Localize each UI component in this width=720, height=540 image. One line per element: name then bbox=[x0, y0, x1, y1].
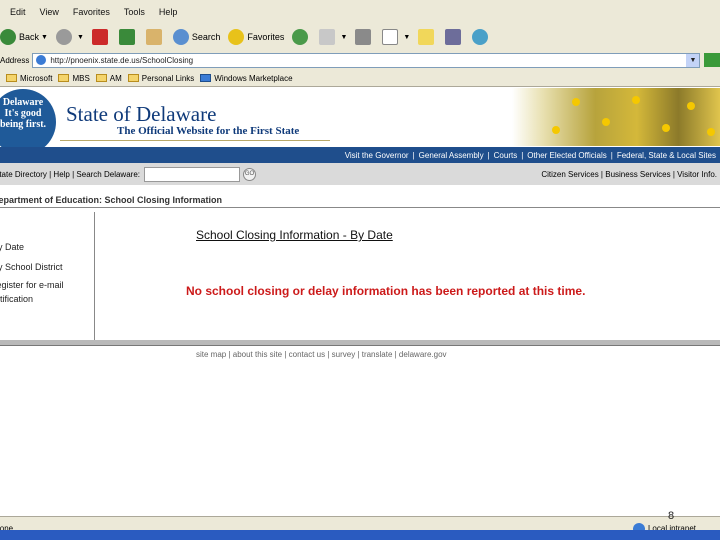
back-button[interactable]: Back ▼ bbox=[0, 29, 48, 45]
folder-icon bbox=[58, 74, 70, 83]
menu-favorites[interactable]: Favorites bbox=[73, 7, 110, 17]
link-microsoft[interactable]: Microsoft bbox=[0, 74, 52, 83]
footer-divider bbox=[0, 340, 720, 346]
nav-sites[interactable]: Federal, State & Local Sites bbox=[617, 151, 716, 160]
search-button[interactable]: Search bbox=[172, 29, 221, 45]
site-subtitle: The Official Website for the First State bbox=[117, 125, 300, 137]
home-button[interactable] bbox=[145, 29, 165, 45]
nav-by-date[interactable]: By Date bbox=[0, 242, 24, 252]
discuss-button[interactable] bbox=[418, 29, 437, 45]
menu-edit[interactable]: Edit bbox=[10, 7, 26, 17]
windows-icon bbox=[200, 74, 212, 83]
nav-governor[interactable]: Visit the Governor bbox=[345, 151, 409, 160]
forward-arrow-icon bbox=[55, 29, 72, 45]
stop-icon bbox=[91, 29, 108, 45]
chevron-down-icon: ▼ bbox=[340, 33, 348, 41]
back-arrow-icon bbox=[0, 29, 16, 45]
mail-button[interactable]: ▼ bbox=[319, 29, 347, 45]
chevron-down-icon: ▼ bbox=[76, 33, 84, 41]
go-button[interactable] bbox=[704, 53, 720, 67]
left-nav: By Date By School District Register for … bbox=[0, 212, 95, 340]
folder-icon bbox=[127, 74, 139, 83]
link-mbs[interactable]: MBS bbox=[52, 74, 90, 83]
menu-view[interactable]: View bbox=[40, 7, 59, 17]
menu-bar: Edit View Favorites Tools Help bbox=[0, 0, 720, 24]
address-url: http://pnoenix.state.de.us/SchoolClosing bbox=[50, 55, 194, 65]
seal-line-3: being first. bbox=[0, 119, 47, 130]
link-personal[interactable]: Personal Links bbox=[122, 74, 194, 83]
research-icon bbox=[445, 29, 462, 45]
search-bar-links[interactable]: State Directory | Help | Search Delaware… bbox=[0, 170, 140, 179]
search-label: Search bbox=[191, 32, 221, 42]
nav-notification[interactable]: notification bbox=[0, 294, 33, 304]
chevron-down-icon: ▼ bbox=[41, 33, 48, 41]
print-icon bbox=[355, 29, 372, 45]
flowers-image bbox=[512, 88, 720, 146]
mail-icon bbox=[319, 29, 336, 45]
site-search-go-button[interactable]: GO bbox=[243, 167, 256, 181]
stop-button[interactable] bbox=[91, 29, 111, 45]
nav-officials[interactable]: Other Elected Officials bbox=[527, 151, 606, 160]
page-icon bbox=[36, 55, 47, 65]
nav-assembly[interactable]: General Assembly bbox=[419, 151, 484, 160]
edit-button[interactable]: ▼ bbox=[382, 29, 410, 45]
folder-icon bbox=[95, 74, 107, 83]
top-nav: Visit the Governor | General Assembly | Co… bbox=[0, 147, 720, 163]
content-heading: School Closing Information - By Date bbox=[196, 228, 393, 242]
site-title: State of Delaware bbox=[66, 102, 217, 126]
messenger-icon bbox=[472, 29, 489, 45]
browser-toolbar: Back ▼ ▼ Search Favorites ▼ ▼ bbox=[0, 24, 720, 50]
site-search-bar: State Directory | Help | Search Delaware… bbox=[0, 163, 720, 185]
services-links[interactable]: Citizen Services | Business Services | V… bbox=[541, 170, 717, 179]
nav-register-email[interactable]: Register for e-mail bbox=[0, 280, 64, 290]
menu-help[interactable]: Help bbox=[159, 7, 178, 17]
note-icon bbox=[418, 29, 435, 45]
word-icon bbox=[382, 29, 399, 45]
taskbar-strip bbox=[0, 530, 720, 540]
nav-courts[interactable]: Courts bbox=[494, 151, 518, 160]
address-label: Address bbox=[0, 55, 30, 65]
star-icon bbox=[228, 29, 245, 45]
footer-links[interactable]: site map | about this site | contact us … bbox=[196, 350, 447, 359]
research-button[interactable] bbox=[445, 29, 464, 45]
home-icon bbox=[145, 29, 162, 45]
no-closing-notice: No school closing or delay information h… bbox=[186, 284, 586, 298]
print-button[interactable] bbox=[355, 29, 374, 45]
seal-line-1: Delaware bbox=[2, 97, 44, 108]
header-rule bbox=[60, 140, 330, 141]
refresh-icon bbox=[118, 29, 135, 45]
refresh-button[interactable] bbox=[118, 29, 138, 45]
link-marketplace[interactable]: Windows Marketplace bbox=[194, 74, 293, 83]
favorites-button[interactable]: Favorites bbox=[228, 29, 284, 45]
page-number: 8 bbox=[668, 510, 675, 522]
menu-tools[interactable]: Tools bbox=[124, 7, 145, 17]
folder-icon bbox=[6, 74, 17, 83]
favorites-label: Favorites bbox=[247, 32, 285, 42]
search-icon bbox=[172, 29, 189, 45]
link-am[interactable]: AM bbox=[90, 74, 122, 83]
links-bar: Microsoft MBS AM Personal Links Windows … bbox=[0, 70, 720, 87]
forward-button[interactable]: ▼ bbox=[55, 29, 84, 45]
address-dropdown-icon[interactable]: ▼ bbox=[686, 53, 700, 67]
history-button[interactable] bbox=[292, 29, 311, 45]
seal-line-2: It's good bbox=[4, 108, 42, 119]
address-field[interactable]: http://pnoenix.state.de.us/SchoolClosing… bbox=[32, 52, 701, 68]
history-icon bbox=[292, 29, 309, 45]
department-title: Department of Education: School Closing … bbox=[0, 192, 720, 208]
site-search-input[interactable] bbox=[144, 166, 240, 182]
back-label: Back bbox=[19, 32, 40, 42]
chevron-down-icon: ▼ bbox=[403, 33, 411, 41]
messenger-button[interactable] bbox=[472, 29, 491, 45]
address-bar: Address http://pnoenix.state.de.us/Schoo… bbox=[0, 50, 720, 70]
nav-by-district[interactable]: By School District bbox=[0, 262, 63, 272]
